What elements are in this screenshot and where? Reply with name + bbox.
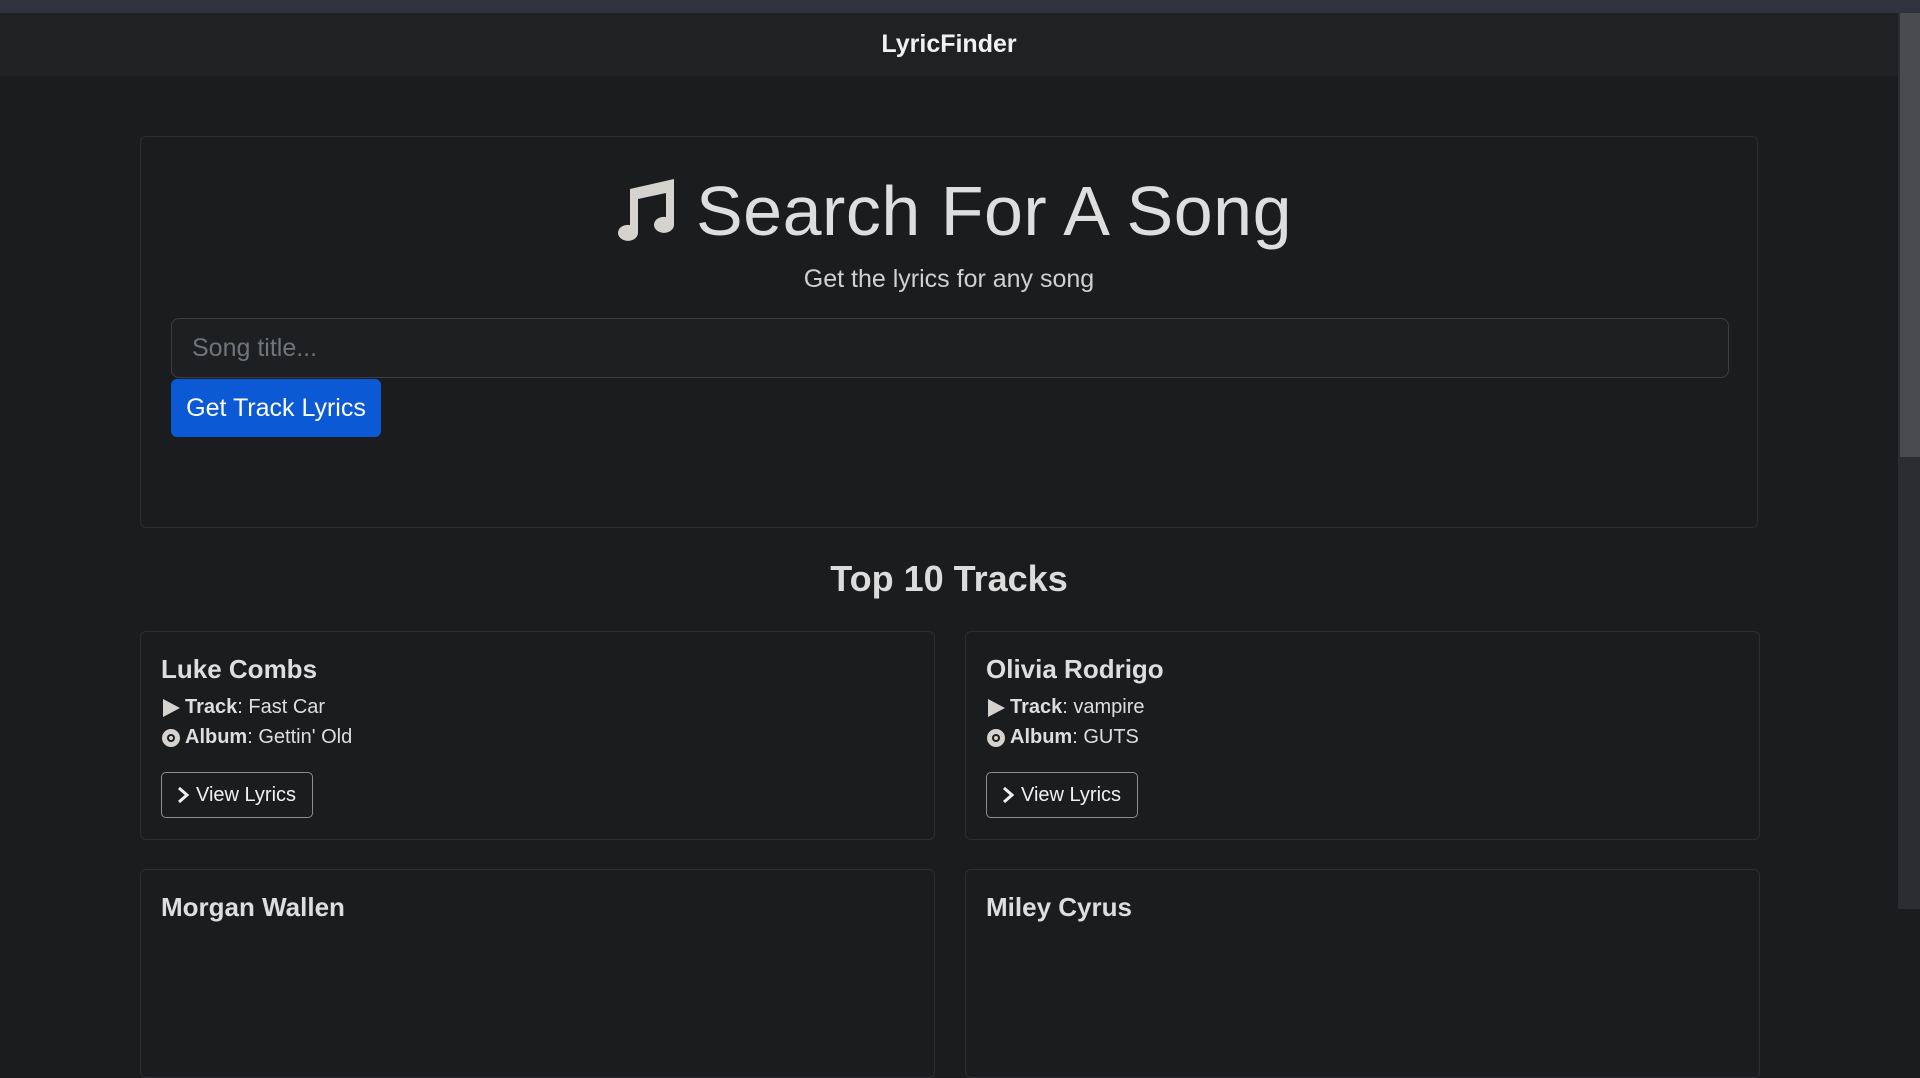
track-label: Track — [1010, 696, 1063, 718]
view-lyrics-label: View Lyrics — [196, 783, 297, 806]
song-title-input[interactable] — [171, 318, 1729, 378]
chevron-right-icon — [1003, 786, 1015, 804]
disc-icon — [987, 728, 1005, 747]
music-note-icon — [617, 179, 674, 241]
scrollbar-thumb[interactable] — [1900, 13, 1920, 457]
track-card: Olivia Rodrigo Track: vampire Album: GUT… — [965, 631, 1760, 840]
track-artist: Luke Combs — [161, 654, 318, 684]
track-name: Fast Car — [248, 696, 326, 718]
track-card: Luke Combs Track: Fast Car Album: Gettin… — [140, 631, 935, 840]
track-label: Track — [185, 696, 238, 718]
page-title-text: Search For A Song — [695, 172, 1293, 250]
search-card: Search For A Song Get the lyrics for any… — [140, 136, 1758, 528]
track-row: Track: vampire — [986, 696, 1145, 719]
track-row: Track: Fast Car — [161, 696, 325, 719]
album-name: Gettin' Old — [258, 726, 353, 748]
chevron-right-icon — [178, 786, 190, 804]
brand-link[interactable]: LyricFinder — [881, 30, 1016, 59]
page-subtitle: Get the lyrics for any song — [803, 265, 1095, 293]
album-row: Album: GUTS — [986, 726, 1139, 749]
album-name: GUTS — [1083, 726, 1139, 748]
disc-icon — [162, 728, 180, 747]
track-artist: Olivia Rodrigo — [986, 654, 1164, 684]
play-icon — [988, 698, 1005, 717]
navbar: LyricFinder — [0, 13, 1898, 77]
get-track-lyrics-button[interactable]: Get Track Lyrics — [171, 379, 381, 437]
browser-top-strip — [0, 0, 1920, 13]
play-icon — [163, 698, 180, 717]
album-label: Album — [185, 726, 248, 748]
page-title: Search For A Song — [141, 171, 1757, 251]
track-card: Morgan Wallen — [140, 869, 935, 1078]
track-card: Miley Cyrus — [965, 869, 1760, 1078]
view-lyrics-label: View Lyrics — [1021, 783, 1122, 806]
top-tracks-heading: Top 10 Tracks — [830, 558, 1068, 599]
album-row: Album: Gettin' Old — [161, 726, 352, 749]
view-lyrics-button[interactable]: View Lyrics — [161, 772, 314, 818]
track-artist: Miley Cyrus — [986, 892, 1132, 922]
view-lyrics-button[interactable]: View Lyrics — [986, 772, 1139, 818]
album-label: Album — [1010, 726, 1073, 748]
track-name: vampire — [1073, 696, 1145, 718]
track-artist: Morgan Wallen — [161, 892, 345, 922]
